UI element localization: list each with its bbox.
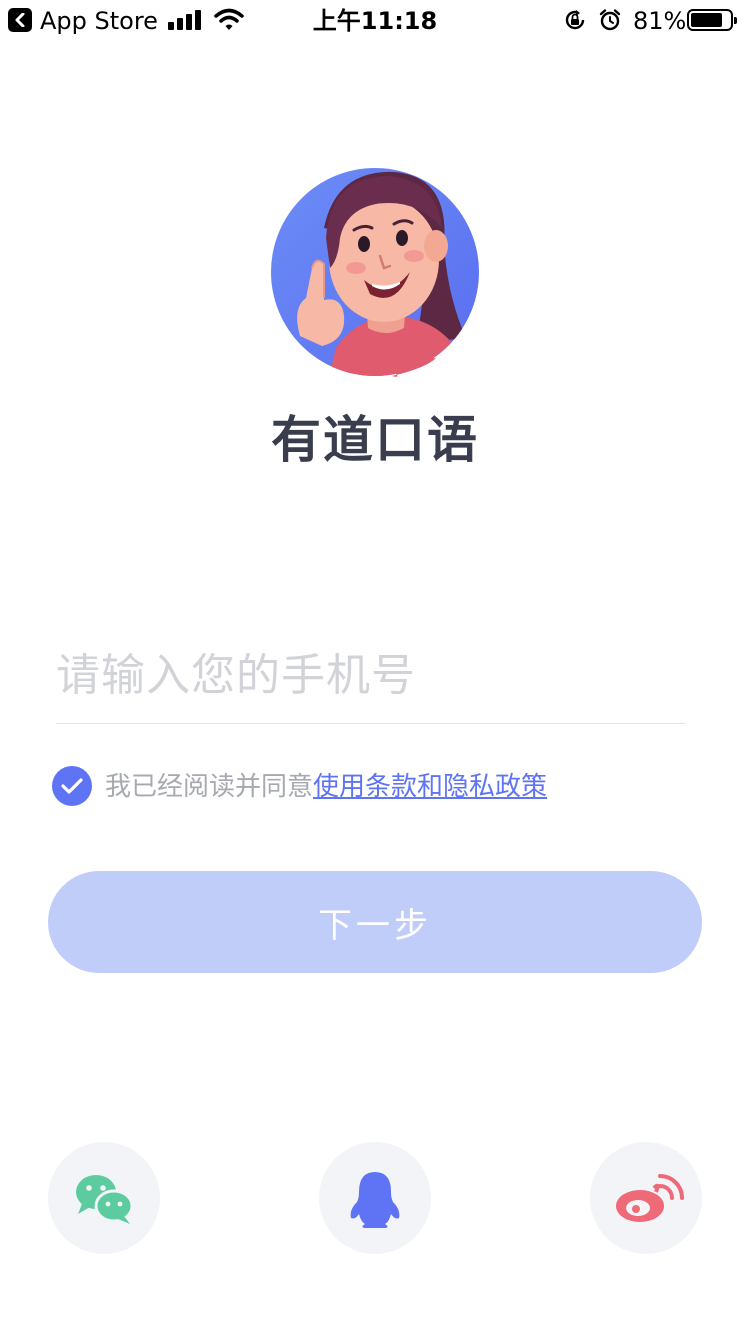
status-bar: App Store 上午11:18 81% <box>0 0 750 42</box>
login-screen: App Store 上午11:18 81% 有道口语 请输入您的手机号 我已经阅… <box>0 0 750 1334</box>
battery-percent: 81% <box>633 7 687 35</box>
input-underline <box>56 723 686 724</box>
orientation-lock-icon <box>565 10 585 30</box>
next-button[interactable]: 下一步 <box>48 871 702 973</box>
app-title: 有道口语 <box>271 411 479 469</box>
app-logo-avatar <box>271 168 479 377</box>
qq-login-button[interactable] <box>319 1142 431 1254</box>
weibo-icon <box>616 1174 684 1222</box>
agreement-prefix: 我已经阅读并同意 <box>105 772 314 802</box>
agreement-text: 我已经阅读并同意使用条款和隐私政策 <box>105 770 547 804</box>
qq-icon <box>350 1172 400 1228</box>
alarm-clock-icon <box>599 9 621 31</box>
wechat-icon <box>76 1175 134 1224</box>
check-icon <box>61 778 83 794</box>
terms-privacy-link[interactable]: 使用条款和隐私政策 <box>313 772 547 802</box>
battery-fill <box>691 13 722 27</box>
battery-icon <box>687 9 737 31</box>
wechat-login-button[interactable] <box>48 1142 160 1254</box>
phone-number-input[interactable] <box>56 640 686 710</box>
agree-checkbox[interactable] <box>52 766 92 806</box>
weibo-login-button[interactable] <box>590 1142 702 1254</box>
